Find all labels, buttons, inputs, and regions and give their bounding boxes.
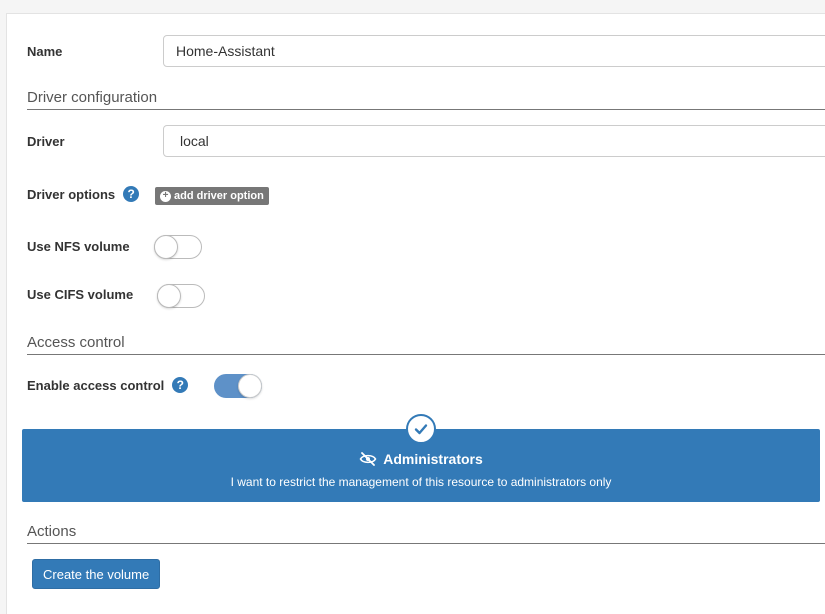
driver-configuration-heading: Driver configuration: [27, 89, 825, 110]
check-circle-icon: [406, 414, 436, 444]
name-label: Name: [27, 44, 63, 59]
driver-label: Driver: [27, 134, 65, 149]
driver-options-label: Driver options: [27, 186, 116, 202]
administrators-title: Administrators: [22, 451, 820, 467]
name-row: Name: [27, 44, 62, 59]
driver-options-row: Driver options ?: [27, 186, 140, 202]
eye-slash-icon: [359, 452, 377, 466]
question-circle-icon[interactable]: ?: [123, 186, 140, 202]
plus-circle-icon: +: [160, 190, 171, 202]
name-input[interactable]: [163, 35, 825, 67]
cifs-label: Use CIFS volume: [27, 287, 134, 302]
enable-access-control-row: Enable access control ?: [27, 377, 189, 393]
create-volume-button[interactable]: Create the volume: [32, 559, 161, 589]
nfs-row: Use NFS volume: [27, 239, 130, 254]
volume-create-panel: Name Driver configuration Driver Driver …: [6, 13, 825, 614]
nfs-toggle[interactable]: [154, 235, 202, 259]
access-control-toggle-knob: [238, 374, 262, 398]
administrators-title-text: Administrators: [383, 451, 483, 467]
access-control-toggle[interactable]: [214, 374, 262, 398]
enable-access-control-label: Enable access control: [27, 377, 165, 393]
administrators-description: I want to restrict the management of thi…: [230, 475, 612, 489]
nfs-toggle-knob: [154, 235, 178, 259]
driver-input[interactable]: [163, 125, 825, 157]
add-driver-option-button[interactable]: + add driver option: [155, 187, 269, 205]
administrators-option[interactable]: Administrators I want to restrict the ma…: [22, 414, 820, 502]
cifs-toggle[interactable]: [157, 284, 205, 308]
actions-heading: Actions: [27, 523, 825, 544]
nfs-label: Use NFS volume: [27, 239, 130, 254]
cifs-toggle-knob: [157, 284, 181, 308]
add-driver-option-label: add driver option: [174, 190, 264, 202]
driver-row: Driver: [27, 134, 65, 149]
access-control-heading: Access control: [27, 334, 825, 355]
question-circle-icon[interactable]: ?: [172, 377, 189, 393]
cifs-row: Use CIFS volume: [27, 287, 133, 302]
